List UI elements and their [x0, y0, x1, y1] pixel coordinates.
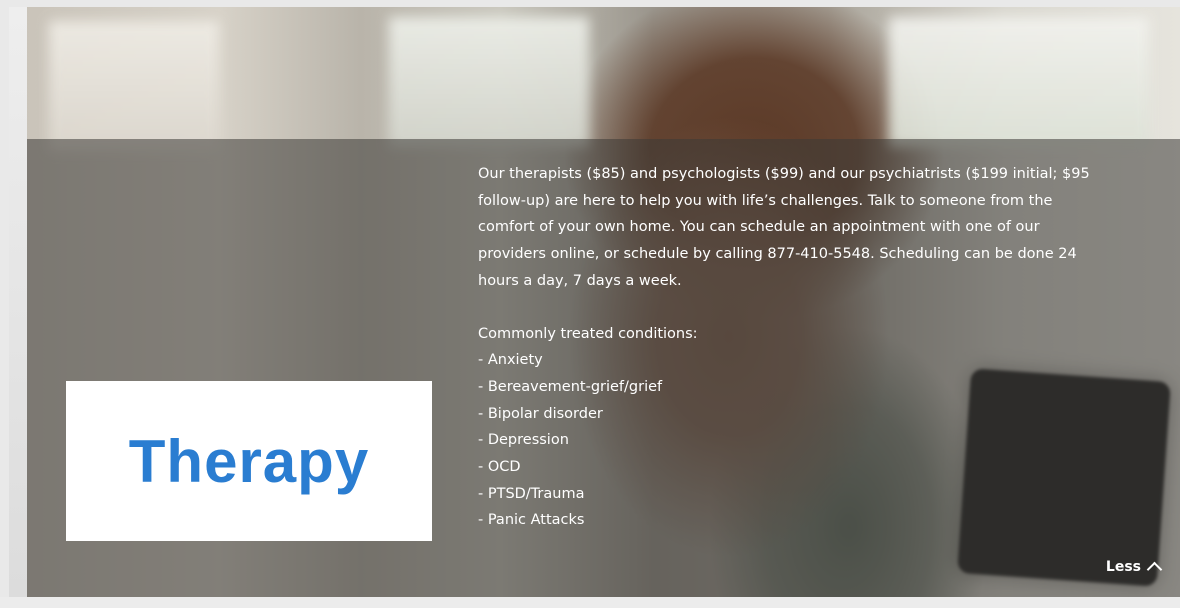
bottom-divider: [0, 597, 1180, 608]
chevron-up-icon: [1146, 561, 1163, 578]
condition-item: - PTSD/Trauma: [478, 485, 585, 502]
background-window: [49, 21, 219, 151]
conditions-list: - Anxiety - Bereavement-grief/grief - Bi…: [478, 347, 1098, 534]
background-window: [389, 17, 589, 147]
less-toggle-label: Less: [1105, 559, 1141, 575]
description-paragraph: Our therapists ($85) and psychologists (…: [478, 166, 1090, 289]
condition-item: - OCD: [478, 459, 521, 476]
condition-item: - Bereavement-grief/grief: [478, 378, 663, 395]
condition-item: - Anxiety: [478, 352, 543, 369]
condition-item: - Depression: [478, 432, 569, 449]
background-window: [889, 17, 1149, 147]
page-frame: Our therapists ($85) and psychologists (…: [0, 0, 1180, 608]
therapy-logo-text: Therapy: [128, 427, 370, 495]
therapy-logo: Therapy: [66, 381, 432, 541]
description-panel: Our therapists ($85) and psychologists (…: [478, 161, 1098, 534]
hero-left-edge: [9, 7, 27, 597]
condition-item: - Panic Attacks: [478, 512, 585, 529]
condition-item: - Bipolar disorder: [478, 405, 603, 422]
less-toggle-button[interactable]: Less: [1105, 559, 1163, 578]
conditions-heading: Commonly treated conditions:: [478, 325, 698, 342]
